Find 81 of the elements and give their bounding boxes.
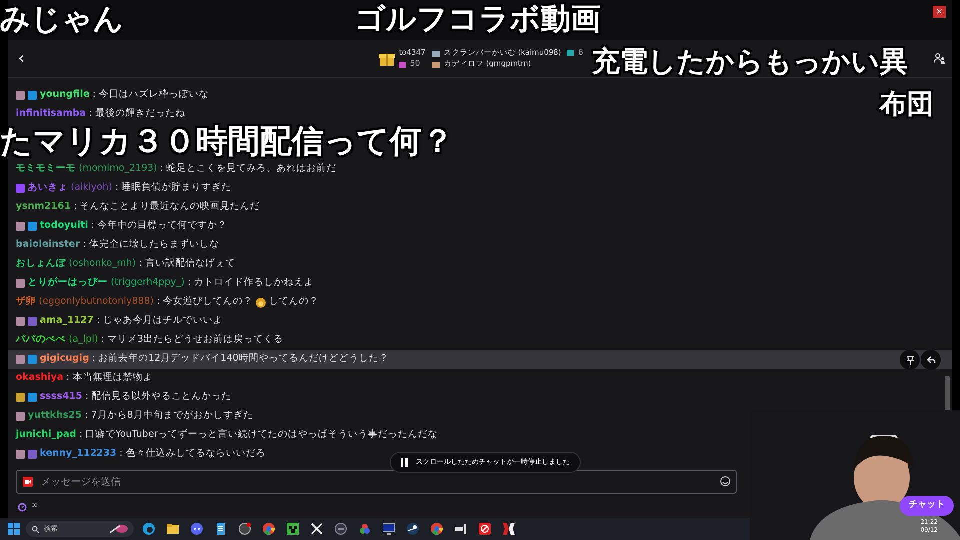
game-icon[interactable] [503,523,515,535]
pen-icon [110,524,128,534]
prohibited-icon[interactable] [479,523,491,535]
message-input[interactable]: メッセージを送信 [16,470,737,494]
cross-icon[interactable] [311,523,323,535]
gift-icon [567,49,574,56]
edge-icon[interactable] [143,523,155,535]
pin-icon [906,356,914,364]
message-text: : そんなことより最近なんの映画見たんだ [74,200,260,214]
username[interactable]: ザ卵 [16,295,36,310]
username[interactable]: okashiya [16,371,64,386]
username[interactable]: youngfile [40,88,90,103]
steam-icon[interactable] [407,523,419,535]
username[interactable]: ama_1127 [40,314,94,329]
message-text: : マリメ3出たらどうせお前は戻ってくる [101,333,284,348]
message-text: : 口癖でYouTuberってずーっと言い続けてたのはやっぱそういう事だったんだな [79,428,438,442]
caption-text: たマリカ３０時間配信って何？ [0,124,455,160]
caption-text: ゴルフコラボ動画 [355,3,601,36]
username[interactable]: ssss415 [40,390,82,405]
message-text: : 蛇足とこくを見てみろ、あれはお前だ [160,162,337,176]
search-icon [32,526,39,532]
browser-icon[interactable] [431,523,443,535]
caption-text: 充電したからもっかい異 [592,47,908,78]
back-button[interactable]: ‹ [14,45,30,72]
close-button[interactable]: × [933,6,946,18]
record-icon[interactable] [239,523,251,535]
block-icon[interactable] [287,523,299,535]
message-text: : 今日はハズレ枠っぽいな [92,88,210,102]
username[interactable]: おしょんぼ [16,257,66,272]
username[interactable]: モミモミーモ [16,162,76,177]
chat-bubble-icon[interactable] [191,523,203,535]
user-login: (aikiyoh) [71,181,112,196]
users-icon[interactable] [934,52,946,64]
message-text: : 今年中の目標って何ですか？ [91,219,228,234]
username[interactable]: junichi_pad [16,428,76,443]
username[interactable]: todoyuiti [40,219,88,234]
user-login: (momimo_2193) [79,162,158,176]
username[interactable]: あいきょ [28,181,68,196]
message-text: : 7月から8月中旬までがおかしすぎた [85,409,254,424]
user-login: (eggonlybutnotonly888) [39,295,154,310]
message-text: : 体完全に壊したらまずいしな [83,238,220,252]
message-text: : 今女遊びしてんの？ [156,295,254,310]
disc-icon[interactable] [335,523,347,535]
gift-count: 6 [578,46,584,59]
folder-icon[interactable] [167,523,179,535]
message-text: : 睡眠負債が貯まりすぎた [115,181,232,196]
start-icon[interactable] [8,523,20,535]
camera-icon [23,477,33,487]
username[interactable]: とりがーはっぴー [28,276,108,291]
message-text: してんの？ [269,295,320,310]
message-text: : 本当無理は禁物よ [66,371,153,386]
chat-button[interactable]: チャット [900,496,954,516]
emoji-icon[interactable] [720,476,731,487]
username[interactable]: パパのぺぺ [16,333,66,348]
notepad-icon[interactable] [215,523,227,535]
username[interactable]: infinitisamba [16,107,86,122]
message-text: : 配信見る以外やることんかった [85,390,232,404]
reply-icon [926,356,936,364]
points-count: ∞ [31,500,38,514]
message-text: : 色々仕込みしてるならいいだろ [120,447,266,462]
user-login: (triggerh4ppy_) [111,276,185,290]
username[interactable]: baioleinster [16,238,80,253]
message-text: : 言い訳配信なげぇて [139,257,236,272]
message-text: : 最後の輝きだったね [89,107,186,122]
caption-text: みじゃん [0,3,124,36]
message-text: : お前去年の12月デッドバイ140時間やってるんだけどどうした？ [92,352,389,366]
username[interactable]: ysnm2161 [16,200,71,215]
gift-icon [399,60,406,68]
username[interactable]: kenny_112233 [40,447,117,462]
user-login: (oshonko_mh) [69,257,136,272]
browser-icon[interactable] [263,523,275,535]
points-icon[interactable] [18,502,27,512]
user-login: (a_lpl) [69,333,98,348]
pause-icon [401,458,408,467]
message-text: : じゃあ今月はチルでいいよ [96,314,224,328]
message-text: : カトロイド作るしかねえよ [188,276,314,290]
monitor-icon[interactable] [383,523,395,535]
gift-count: 50 [410,58,420,70]
caption-text: 布団 [880,90,934,120]
username[interactable]: yuttkhs25 [28,409,82,424]
username[interactable]: gigicugig [40,352,90,367]
